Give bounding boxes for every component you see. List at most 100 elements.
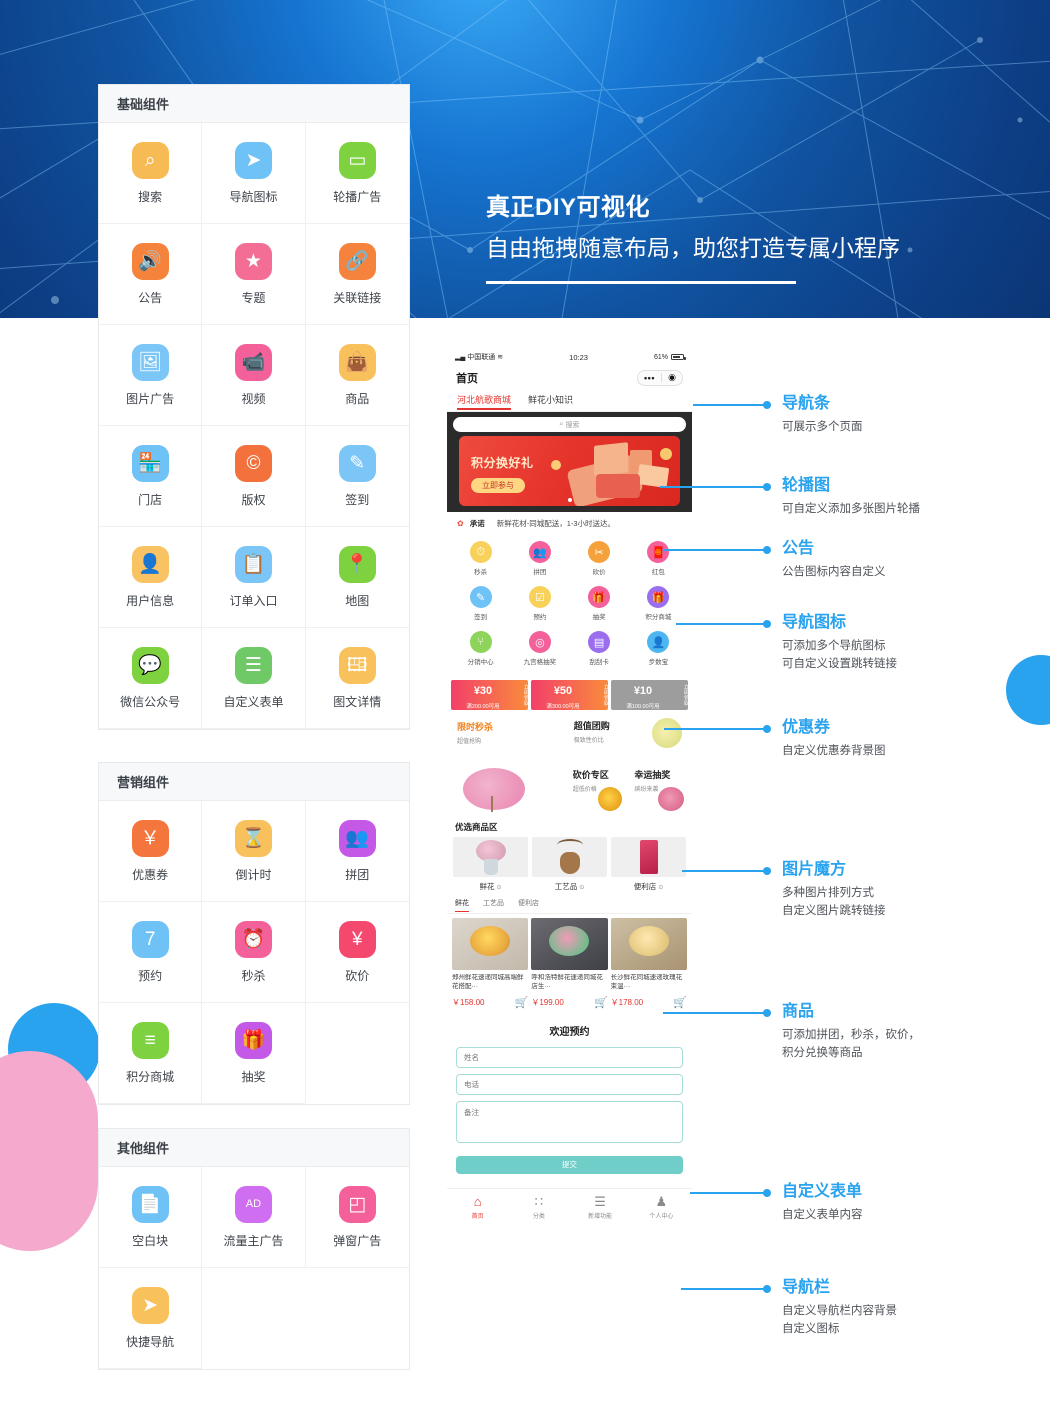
component-tile-关联链接[interactable]: 🔗 关联链接 <box>305 224 409 325</box>
component-tile-商品[interactable]: 👜 商品 <box>305 325 409 426</box>
carousel-banner[interactable]: 积分换好礼 立即参与 <box>459 436 680 506</box>
component-tile-label: 图片广告 <box>126 391 175 406</box>
nav-icon-秒杀[interactable]: ⏱ 秒杀 <box>451 536 510 581</box>
home-icon: ⌂ <box>473 1193 482 1209</box>
close-target-icon[interactable]: ◉ <box>662 372 682 383</box>
cube-cell-bargain[interactable]: 砍价专区 超低价格 <box>567 763 627 814</box>
bottom-nav-分类[interactable]: ∷ 分类 <box>508 1195 569 1220</box>
coupon-claim-button[interactable]: 立即领取 <box>515 684 528 706</box>
annotation-title: 公告 <box>782 540 815 557</box>
nav-tab-鲜花小知识[interactable]: 鲜花小知识 <box>528 393 573 409</box>
component-tile-流量主广告[interactable]: AD 流量主广告 <box>202 1167 306 1268</box>
search-input[interactable]: ⌕ 搜索 <box>453 417 686 432</box>
category-item-flowers[interactable]: 鲜花 ⊙ <box>453 837 528 892</box>
cart-icon-1[interactable]: 🛒 <box>594 996 608 1009</box>
component-tile-优惠券[interactable]: ￥ 优惠券 <box>99 801 203 902</box>
alarm-clock-icon: ⏱ <box>469 541 492 563</box>
component-tile-版权[interactable]: © 版权 <box>202 426 306 527</box>
more-icon[interactable]: ••• <box>638 373 661 383</box>
nav-icon-红包[interactable]: 🧧 红包 <box>629 536 688 581</box>
product-name-2: 长沙鲜花同城速递玫瑰花束温··· <box>610 974 683 990</box>
product-subtab-鲜花[interactable]: 鲜花 <box>455 898 469 912</box>
battery-icon <box>671 354 686 360</box>
search-placeholder: 搜索 <box>565 421 580 429</box>
component-tile-门店[interactable]: 🏪 门店 <box>99 426 203 527</box>
nav-icon-签到[interactable]: ✎ 签到 <box>451 581 510 626</box>
component-tile-label: 自定义表单 <box>223 694 284 709</box>
banner-cta-button[interactable]: 立即参与 <box>471 478 525 493</box>
component-tile-抽奖[interactable]: 🎁 抽奖 <box>202 1003 306 1104</box>
annotation-description: 可添加多个导航图标 可自定义设置跳转链接 <box>782 640 897 670</box>
component-tile-自定义表单[interactable]: ☰ 自定义表单 <box>202 628 306 729</box>
coupon-card[interactable]: ¥30 满200.00可用 立即领取 <box>451 680 528 710</box>
bottom-nav-首页[interactable]: ⌂ 首页 <box>447 1195 508 1220</box>
notice-bar[interactable]: ✿ 承诺 新鲜花材-同城配送，1-3小时送达。 <box>447 512 692 534</box>
component-tile-用户信息[interactable]: 👤 用户信息 <box>99 527 203 628</box>
wechat-icon: 💬 <box>131 646 169 684</box>
component-tile-秒杀[interactable]: ⏰ 秒杀 <box>202 902 306 1003</box>
component-tile-搜索[interactable]: ⌕ 搜索 <box>99 123 203 224</box>
component-tile-倒计时[interactable]: ⌛ 倒计时 <box>202 801 306 902</box>
bottom-nav-个人中心[interactable]: ♟ 个人中心 <box>631 1195 692 1220</box>
cube-bottom-row: 砍价专区 超低价格 幸运抽奖 缤纷来袭 <box>567 763 688 814</box>
product-subtab-便利店[interactable]: 便利店 <box>518 898 539 911</box>
cube-cell-lottery[interactable]: 幸运抽奖 缤纷来袭 <box>629 763 688 814</box>
nav-icon-九宫格抽奖[interactable]: ◎ 九宫格抽奖 <box>510 626 569 671</box>
component-tile-地图[interactable]: 📍 地图 <box>305 527 409 628</box>
nav-icon-分销中心[interactable]: ⑂ 分销中心 <box>451 626 510 671</box>
component-tile-微信公众号[interactable]: 💬 微信公众号 <box>99 628 203 729</box>
category-item-convenience[interactable]: 便利店 ⊙ <box>611 837 686 892</box>
component-tile-label: 倒计时 <box>235 867 272 882</box>
cart-icon-2[interactable]: 🛒 <box>673 996 687 1009</box>
nav-icon-刮刮卡[interactable]: ▤ 刮刮卡 <box>570 626 629 671</box>
coupon-claim-button[interactable]: 立即领取 <box>595 684 608 706</box>
status-signal-icon: ▂▄ <box>455 354 468 361</box>
component-tile-公告[interactable]: 🔊 公告 <box>99 224 203 325</box>
nav-icon-抽奖[interactable]: 🎁 抽奖 <box>570 581 629 626</box>
points-mall-icon: 🎁 <box>647 586 670 608</box>
coupon-card[interactable]: ¥10 满100.00可用 立即领取 <box>611 680 688 710</box>
nav-icon-拼团[interactable]: 👥 拼团 <box>510 536 569 581</box>
coupon-claim-button[interactable]: 立即领取 <box>675 684 688 706</box>
wechat-capsule[interactable]: ••• ◉ <box>637 369 683 386</box>
component-tile-轮播广告[interactable]: ▭ 轮播广告 <box>305 123 409 224</box>
component-tile-图文详情[interactable]: 🖽 图文详情 <box>305 628 409 729</box>
component-tile-签到[interactable]: ✎ 签到 <box>305 426 409 527</box>
cube-cell-group-buy[interactable]: 超值团购 极致性价比 <box>567 714 688 760</box>
component-tile-积分商城[interactable]: ≡ 积分商城 <box>99 1003 203 1104</box>
component-tile-拼团[interactable]: 👥 拼团 <box>305 801 409 902</box>
nav-icon-预约[interactable]: ☑ 预约 <box>510 581 569 626</box>
name-field[interactable] <box>456 1047 683 1068</box>
component-tile-视频[interactable]: 📹 视频 <box>202 325 306 426</box>
hourglass-icon: ⌛ <box>234 819 272 857</box>
star-shield-icon: ★ <box>234 242 272 280</box>
product-card[interactable]: 郑州鲜花速递同城高端鲜花搭配··· ￥158.00 🛒 <box>452 918 529 1009</box>
carousel-indicator[interactable] <box>567 498 572 502</box>
component-tile-导航图标[interactable]: ➤ 导航图标 <box>202 123 306 224</box>
component-tile-弹窗广告[interactable]: ◰ 弹窗广告 <box>305 1167 409 1268</box>
component-tile-图片广告[interactable]: 🖼 图片广告 <box>99 325 203 426</box>
product-subtabs: 鲜花 工艺品 便利店 <box>447 895 692 914</box>
submit-button[interactable]: 提交 <box>456 1155 683 1174</box>
product-card[interactable]: 呼和浩特鲜花速递同城花店生··· ￥199.00 🛒 <box>531 918 608 1009</box>
nav-icon-砍价[interactable]: ✂ 砍价 <box>570 536 629 581</box>
component-tile-预约[interactable]: 7 预约 <box>99 902 203 1003</box>
nav-icon-积分商城[interactable]: 🎁 积分商城 <box>629 581 688 626</box>
component-tile-空白块[interactable]: 📄 空白块 <box>99 1167 203 1268</box>
product-card[interactable]: 长沙鲜花同城速递玫瑰花束温··· ￥178.00 🛒 <box>610 918 687 1009</box>
component-tile-快捷导航[interactable]: ➤ 快捷导航 <box>99 1268 203 1369</box>
category-item-crafts[interactable]: 工艺品 ⊙ <box>532 837 607 892</box>
product-subtab-工艺品[interactable]: 工艺品 <box>483 898 504 911</box>
annotation-title: 导航图标 <box>782 614 847 631</box>
coupon-card[interactable]: ¥50 满300.00可用 立即领取 <box>531 680 608 710</box>
phone-field[interactable] <box>456 1074 683 1095</box>
remark-field[interactable] <box>456 1101 683 1143</box>
nav-tab-河北航歌商城[interactable]: 河北航歌商城 <box>457 393 512 410</box>
component-tile-专题[interactable]: ★ 专题 <box>202 224 306 325</box>
component-tile-订单入口[interactable]: 📋 订单入口 <box>202 527 306 628</box>
cube-cell-flash-sale[interactable]: 限时秒杀 超值抢购 <box>451 714 565 814</box>
bottom-nav-新增功能[interactable]: ☰ 新增功能 <box>570 1195 631 1220</box>
cart-icon-0[interactable]: 🛒 <box>515 996 529 1009</box>
nav-icon-步数宝[interactable]: 👤 步数宝 <box>629 626 688 671</box>
component-tile-砍价[interactable]: ¥ 砍价 <box>305 902 409 1003</box>
